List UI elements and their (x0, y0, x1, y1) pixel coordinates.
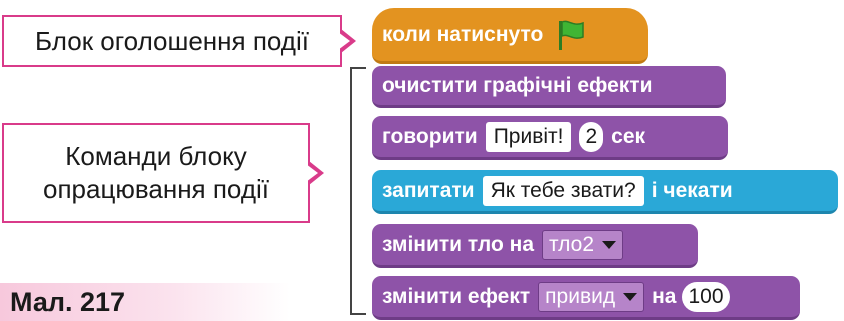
clear-graphic-effects-block[interactable]: очистити графічні ефекти (372, 66, 726, 108)
hat-block-label: коли натиснуто (382, 22, 544, 46)
say-seconds-input[interactable]: 2 (579, 121, 604, 152)
commands-callout-line2: опрацювання події (43, 174, 269, 204)
callout-pointer (306, 161, 324, 185)
switch-backdrop-label: змінити тло на (382, 232, 535, 256)
ask-question-input[interactable]: Як тебе звати? (482, 175, 644, 206)
say-label: говорити (382, 124, 478, 148)
backdrop-dropdown-value: тло2 (549, 232, 595, 256)
figure-label: Мал. 217 (0, 283, 290, 321)
effect-dropdown[interactable]: привид (538, 281, 645, 312)
commands-bracket (350, 67, 366, 315)
change-effect-by-label: на (652, 284, 677, 308)
event-block-callout-text: Блок оголошення події (35, 25, 309, 56)
chevron-down-icon (602, 240, 617, 249)
clear-effects-label: очистити графічні ефекти (382, 73, 653, 97)
ask-and-wait-block[interactable]: запитати Як тебе звати? і чекати (372, 170, 838, 214)
chevron-down-icon (623, 292, 638, 301)
backdrop-dropdown[interactable]: тло2 (542, 229, 624, 260)
commands-callout: Команди блоку опрацювання події (2, 123, 324, 223)
say-for-secs-block[interactable]: говорити Привіт! 2 сек (372, 116, 728, 160)
when-flag-clicked-block[interactable]: коли натиснуто (372, 8, 648, 64)
change-effect-block[interactable]: змінити ефект привид на 100 (372, 276, 800, 320)
switch-backdrop-block[interactable]: змінити тло на тло2 (372, 224, 698, 268)
effect-value-input[interactable]: 100 (682, 281, 730, 312)
ask-suffix: і чекати (651, 178, 733, 202)
change-effect-label: змінити ефект (382, 284, 531, 308)
ask-label: запитати (382, 178, 475, 202)
effect-dropdown-value: привид (545, 284, 616, 308)
green-flag-icon (559, 20, 585, 50)
say-message-input[interactable]: Привіт! (485, 121, 572, 152)
commands-callout-line1: Команди блоку (65, 141, 247, 171)
say-seconds-unit: сек (611, 124, 646, 148)
callout-pointer (338, 29, 356, 53)
event-block-callout: Блок оголошення події (2, 15, 356, 67)
